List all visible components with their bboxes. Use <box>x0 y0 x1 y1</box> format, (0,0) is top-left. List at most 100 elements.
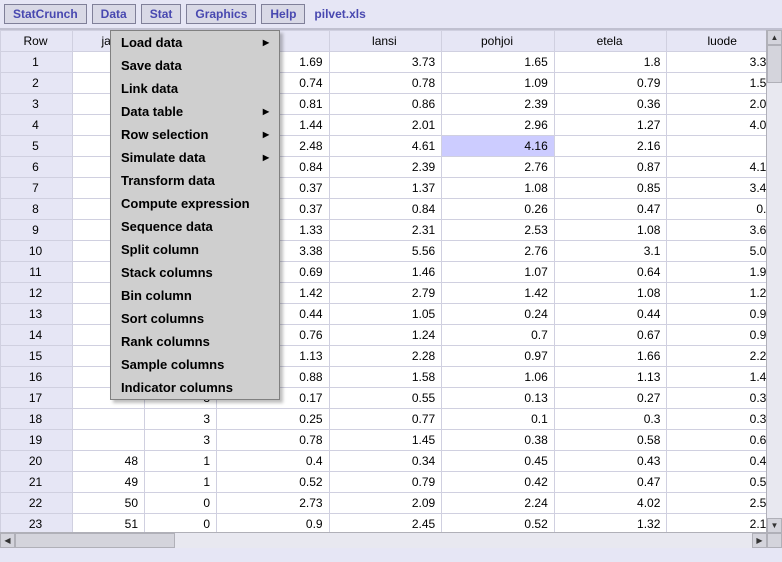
table-row[interactable]: 214910.520.790.420.470.53 <box>1 472 768 493</box>
data-cell[interactable]: 2.53 <box>442 220 555 241</box>
row-header-cell[interactable]: 1 <box>1 52 73 73</box>
data-cell[interactable]: 1.07 <box>442 262 555 283</box>
data-cell[interactable]: 5.06 <box>667 241 767 262</box>
data-cell[interactable]: 3 <box>145 409 217 430</box>
menu-item-indicator-columns[interactable]: Indicator columns <box>111 376 279 399</box>
row-header-cell[interactable]: 20 <box>1 451 73 472</box>
data-cell[interactable]: 0 <box>145 514 217 534</box>
data-cell[interactable]: 1.27 <box>554 115 667 136</box>
data-cell[interactable]: 0.78 <box>329 73 442 94</box>
data-cell[interactable]: 1.08 <box>442 178 555 199</box>
menu-item-rank-columns[interactable]: Rank columns <box>111 330 279 353</box>
data-cell[interactable]: 1.08 <box>554 220 667 241</box>
data-cell[interactable]: 0.44 <box>667 451 767 472</box>
data-cell[interactable]: 1.06 <box>442 367 555 388</box>
data-cell[interactable]: 0.79 <box>329 472 442 493</box>
menu-item-transform-data[interactable]: Transform data <box>111 169 279 192</box>
data-cell[interactable]: 3.73 <box>329 52 442 73</box>
data-cell[interactable]: 0.9 <box>667 199 767 220</box>
menu-item-compute-expression[interactable]: Compute expression <box>111 192 279 215</box>
data-cell[interactable]: 49 <box>73 472 145 493</box>
row-header-cell[interactable]: 5 <box>1 136 73 157</box>
data-cell[interactable]: 1.13 <box>554 367 667 388</box>
data-cell[interactable]: 0.36 <box>554 94 667 115</box>
data-cell[interactable]: 0.27 <box>554 388 667 409</box>
data-cell[interactable]: 2.06 <box>667 94 767 115</box>
data-cell[interactable]: 1 <box>145 472 217 493</box>
data-cell[interactable]: 4.61 <box>329 136 442 157</box>
vertical-scrollbar[interactable]: ▲ ▼ <box>766 30 782 533</box>
data-cell[interactable]: 1.59 <box>667 73 767 94</box>
row-header-cell[interactable]: 11 <box>1 262 73 283</box>
data-cell[interactable]: 0.47 <box>554 472 667 493</box>
data-cell[interactable]: 0.55 <box>329 388 442 409</box>
menu-item-sequence-data[interactable]: Sequence data <box>111 215 279 238</box>
data-cell[interactable]: 2.45 <box>329 514 442 534</box>
data-cell[interactable]: 0.86 <box>329 94 442 115</box>
menu-stat[interactable]: Stat <box>141 4 182 24</box>
data-cell[interactable]: 0.13 <box>442 388 555 409</box>
data-cell[interactable]: 2.21 <box>667 346 767 367</box>
data-cell[interactable]: 1.45 <box>329 430 442 451</box>
menu-item-sort-columns[interactable]: Sort columns <box>111 307 279 330</box>
row-header-cell[interactable]: 2 <box>1 73 73 94</box>
data-cell[interactable]: 4.17 <box>667 157 767 178</box>
row-header-cell[interactable]: 13 <box>1 304 73 325</box>
data-cell[interactable]: 1.22 <box>667 283 767 304</box>
row-header-cell[interactable]: 19 <box>1 430 73 451</box>
row-header-cell[interactable]: 6 <box>1 157 73 178</box>
menu-item-row-selection[interactable]: Row selection▶ <box>111 123 279 146</box>
data-cell[interactable]: 0.43 <box>554 451 667 472</box>
menu-item-link-data[interactable]: Link data <box>111 77 279 100</box>
menu-data[interactable]: Data <box>92 4 136 24</box>
data-cell[interactable]: 2.52 <box>667 493 767 514</box>
data-cell[interactable]: 0.9 <box>217 514 330 534</box>
data-cell[interactable]: 1.95 <box>667 262 767 283</box>
row-header-cell[interactable]: 21 <box>1 472 73 493</box>
data-cell[interactable]: 0.53 <box>667 472 767 493</box>
data-cell[interactable]: 2.39 <box>442 94 555 115</box>
data-cell[interactable]: 3.1 <box>554 241 667 262</box>
data-cell[interactable]: 2.31 <box>329 220 442 241</box>
row-header-cell[interactable]: 18 <box>1 409 73 430</box>
table-row[interactable]: 235100.92.450.521.322.18 <box>1 514 768 534</box>
data-cell[interactable]: 6 <box>667 136 767 157</box>
data-cell[interactable]: 51 <box>73 514 145 534</box>
data-cell[interactable]: 4.16 <box>442 136 555 157</box>
data-cell[interactable]: 2.18 <box>667 514 767 534</box>
data-cell[interactable]: 50 <box>73 493 145 514</box>
data-cell[interactable] <box>73 409 145 430</box>
data-cell[interactable]: 0.79 <box>554 73 667 94</box>
row-header-cell[interactable]: 4 <box>1 115 73 136</box>
row-header-cell[interactable]: 9 <box>1 220 73 241</box>
data-cell[interactable]: 1.65 <box>442 52 555 73</box>
row-header-cell[interactable]: 3 <box>1 94 73 115</box>
data-cell[interactable]: 1.05 <box>329 304 442 325</box>
data-cell[interactable]: 2.28 <box>329 346 442 367</box>
data-cell[interactable]: 1.46 <box>329 262 442 283</box>
data-cell[interactable]: 2.16 <box>554 136 667 157</box>
data-cell[interactable]: 0 <box>145 493 217 514</box>
menu-statcrunch[interactable]: StatCrunch <box>4 4 87 24</box>
row-header-cell[interactable]: 17 <box>1 388 73 409</box>
data-cell[interactable] <box>73 430 145 451</box>
scroll-left-arrow-icon[interactable]: ◀ <box>0 533 15 548</box>
data-cell[interactable]: 1.42 <box>442 283 555 304</box>
data-cell[interactable]: 0.94 <box>667 304 767 325</box>
data-cell[interactable]: 2.76 <box>442 157 555 178</box>
data-cell[interactable]: 4.02 <box>554 493 667 514</box>
row-header-cell[interactable]: 10 <box>1 241 73 262</box>
vertical-scroll-track[interactable] <box>767 45 782 518</box>
column-header-row[interactable]: Row <box>1 31 73 52</box>
column-header-luode[interactable]: luode <box>667 31 767 52</box>
data-cell[interactable]: 0.47 <box>554 199 667 220</box>
menu-item-bin-column[interactable]: Bin column <box>111 284 279 307</box>
data-cell[interactable]: 2.01 <box>329 115 442 136</box>
data-cell[interactable]: 2.24 <box>442 493 555 514</box>
data-cell[interactable]: 0.67 <box>667 430 767 451</box>
data-cell[interactable]: 3 <box>145 430 217 451</box>
data-cell[interactable]: 0.52 <box>217 472 330 493</box>
data-cell[interactable]: 0.67 <box>554 325 667 346</box>
data-cell[interactable]: 0.4 <box>217 451 330 472</box>
data-cell[interactable]: 0.58 <box>554 430 667 451</box>
